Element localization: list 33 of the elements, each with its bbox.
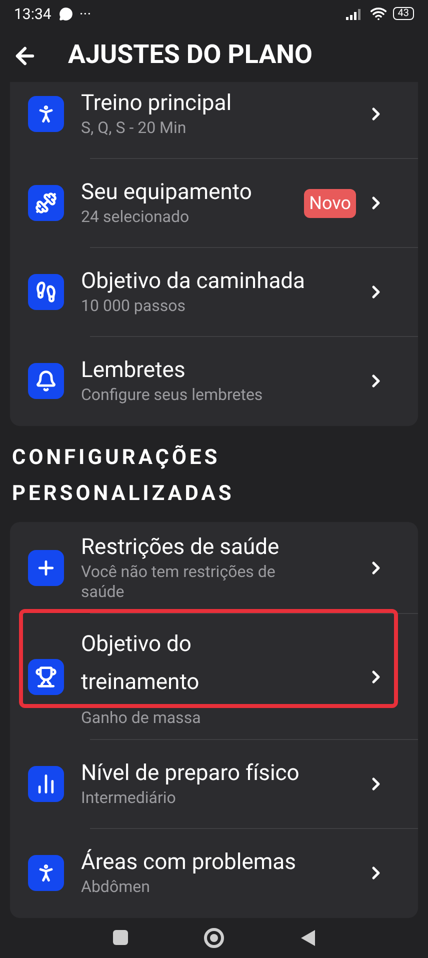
dumbbell-icon [28, 185, 64, 222]
item-title: Treino principal [81, 90, 233, 118]
item-subtitle: S, Q, S - 20 Min [81, 118, 188, 138]
section-title: CONFIGURAÇÕES PERSONALIZADAS [11, 444, 236, 508]
battery-indicator: 43 [392, 7, 414, 20]
item-subtitle: Configure seus lembretes [81, 385, 264, 406]
item-subtitle: Ganho de massa [81, 708, 202, 728]
messenger-icon [59, 6, 74, 21]
wifi-icon [370, 5, 387, 22]
bell-icon [28, 363, 64, 400]
item-title: Seu equipamento [81, 179, 253, 208]
item-subtitle: 24 selecionado [81, 207, 190, 228]
new-badge: Novo [304, 188, 356, 218]
item-title: Nível de preparo físico [81, 760, 300, 788]
cross-icon [28, 550, 64, 586]
back-nav-icon[interactable] [300, 928, 316, 947]
item-title: Restrições de saúde [81, 534, 280, 562]
item-subtitle: Abdômen [81, 877, 151, 898]
home-button[interactable] [204, 928, 224, 948]
person-icon [28, 855, 64, 892]
more-indicator: ··· [79, 4, 92, 25]
item-subtitle: Intermediário [81, 788, 177, 808]
item-title: Objetivo do treinamento [81, 630, 200, 697]
page-title: AJUSTES DO PLANO [68, 39, 312, 72]
trophy-icon [28, 658, 64, 695]
item-title: Objetivo da caminhada [81, 268, 306, 296]
item-title: Áreas com problemas [81, 849, 297, 878]
item-title: Lembretes [81, 357, 186, 386]
status-time: 13:34 [14, 4, 52, 25]
recent-apps-button[interactable] [112, 930, 128, 946]
bars-icon [28, 766, 64, 802]
item-subtitle: Você não tem restrições de saúde [81, 562, 276, 602]
item-subtitle: 10 000 passos [81, 296, 186, 316]
